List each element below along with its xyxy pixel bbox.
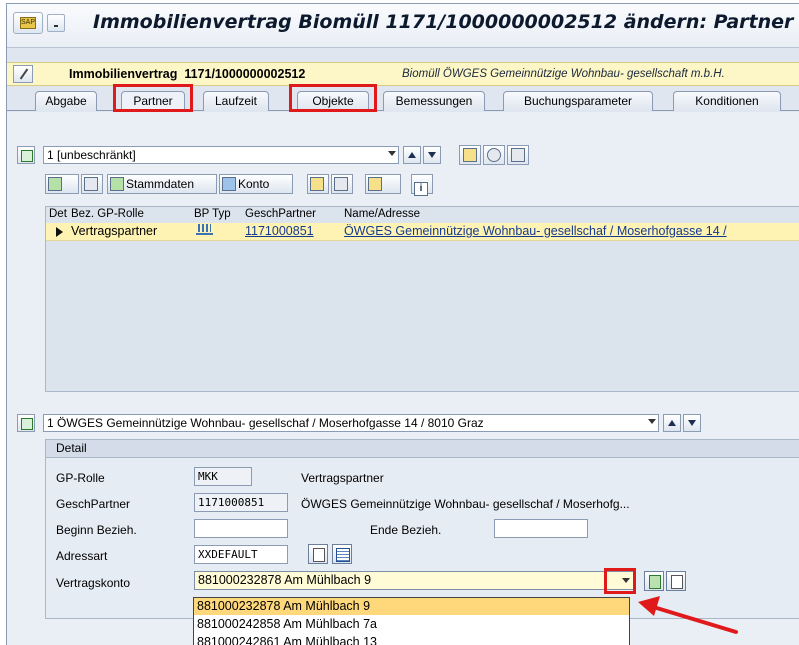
row-selected-marker[interactable] <box>56 227 63 237</box>
partner-list-selector-value: 1 [unbeschränkt] <box>47 148 136 162</box>
window-title: Immobilienvertrag Biomüll 1171/100000000… <box>93 11 794 33</box>
ende-label: Ende Bezieh. <box>370 523 442 537</box>
organization-icon <box>196 223 213 235</box>
scroll-down-button[interactable] <box>423 146 441 164</box>
binoculars-next-icon <box>334 177 348 191</box>
delete-row-icon <box>84 177 98 191</box>
chevron-down-icon <box>648 419 656 424</box>
tab-laufzeit[interactable]: Laufzeit <box>203 91 269 111</box>
scroll-up-button[interactable] <box>403 146 421 164</box>
layout-button[interactable] <box>365 174 401 194</box>
master-data-icon <box>110 177 124 191</box>
selection-settings-icon[interactable] <box>459 145 481 165</box>
history-clock-icon[interactable] <box>483 145 505 165</box>
find-next-button[interactable] <box>331 174 353 194</box>
column-header-name-address[interactable]: Name/Adresse <box>344 207 420 222</box>
contract-header: Immobilienvertrag 1171/1000000002512 Bio… <box>7 62 799 86</box>
table-layout-icon <box>368 177 382 191</box>
window-menu-button[interactable] <box>47 14 65 32</box>
partner-overview-icon[interactable] <box>17 146 35 164</box>
partner-table: Det Bez. GP-Rolle BP Typ GeschPartner Na… <box>45 206 799 392</box>
tab-konditionen[interactable]: Konditionen <box>673 91 781 111</box>
stammdaten-button[interactable]: Stammdaten <box>107 174 217 194</box>
adressart-label: Adressart <box>56 549 108 563</box>
table-header: Det Bez. GP-Rolle BP Typ GeschPartner Na… <box>46 207 799 223</box>
konto-button[interactable]: Konto <box>219 174 293 194</box>
vertragskonto-value: 881000232878 Am Mühlbach 9 <box>198 573 372 587</box>
title-bar: SAP Immobilienvertrag Biomüll 1171/10000… <box>7 4 799 48</box>
detail-partner-selector[interactable]: 1 ÖWGES Gemeinnützige Wohnbau- gesellsch… <box>43 414 659 432</box>
edit-pencil-icon[interactable] <box>13 65 33 83</box>
adressart-input[interactable]: XXDEFAULT <box>194 545 288 564</box>
info-icon: i <box>414 182 428 196</box>
ende-input[interactable] <box>494 519 588 538</box>
detail-partner-selector-value: 1 ÖWGES Gemeinnützige Wohnbau- gesellsch… <box>47 416 484 430</box>
chevron-down-icon <box>622 578 630 583</box>
column-header-det[interactable]: Det <box>49 207 67 222</box>
cell-partner-link[interactable]: 1171000851 <box>245 223 314 240</box>
partner-field: 1171000851 <box>194 493 288 512</box>
detail-group-title: Detail <box>46 440 799 458</box>
hierarchy-icon[interactable] <box>507 145 529 165</box>
account-icon <box>222 177 236 191</box>
gp-rolle-text: Vertragspartner <box>301 471 384 485</box>
sap-logo-icon: SAP <box>20 17 36 29</box>
beginn-label: Beginn Bezieh. <box>56 523 137 537</box>
address-document-icon[interactable] <box>308 544 328 564</box>
chevron-down-icon <box>388 151 396 156</box>
contract-header-label: Immobilienvertrag 1171/1000000002512 <box>69 67 306 81</box>
address-list-icon[interactable] <box>332 544 352 564</box>
tab-bemessungen[interactable]: Bemessungen <box>383 91 485 111</box>
cell-name-address-link[interactable]: ÖWGES Gemeinnützige Wohnbau- gesellschaf… <box>344 223 727 240</box>
vertragskonto-display-icon[interactable] <box>666 571 686 591</box>
sap-window: SAP Immobilienvertrag Biomüll 1171/10000… <box>6 3 799 645</box>
insert-row-icon <box>48 177 62 191</box>
partner-detail-icon[interactable] <box>17 414 35 432</box>
partner-text: ÖWGES Gemeinnützige Wohnbau- gesellschaf… <box>301 497 630 511</box>
column-header-bp-type[interactable]: BP Typ <box>194 207 231 222</box>
tab-objekte[interactable]: Objekte <box>297 91 369 111</box>
column-header-role[interactable]: Bez. GP-Rolle <box>71 207 144 222</box>
vertragskonto-options-list: 881000232878 Am Mühlbach 9 881000242858 … <box>193 597 630 645</box>
find-button[interactable] <box>307 174 329 194</box>
partner-label: GeschPartner <box>56 497 131 511</box>
vertragskonto-create-icon[interactable] <box>644 571 664 591</box>
contract-description: Biomüll ÖWGES Gemeinnützige Wohnbau- ges… <box>402 68 725 80</box>
info-button[interactable]: i <box>411 174 433 196</box>
column-header-partner[interactable]: GeschPartner <box>245 207 316 222</box>
system-menu-button[interactable]: SAP <box>13 12 43 34</box>
insert-row-button[interactable] <box>45 174 79 194</box>
partner-list-selector[interactable]: 1 [unbeschränkt] <box>43 146 399 164</box>
vertragskonto-dropdown[interactable]: 881000232878 Am Mühlbach 9 <box>194 571 634 590</box>
vertragskonto-option[interactable]: 881000242861 Am Mühlbach 13 <box>194 634 629 645</box>
table-row[interactable]: Vertragspartner 1171000851 ÖWGES Gemeinn… <box>46 223 799 241</box>
tab-abgabe[interactable]: Abgabe <box>35 91 97 111</box>
delete-row-button[interactable] <box>81 174 103 194</box>
vertragskonto-option[interactable]: 881000232878 Am Mühlbach 9 <box>194 598 629 615</box>
beginn-input[interactable] <box>194 519 288 538</box>
binoculars-icon <box>310 177 324 191</box>
tab-strip: Abgabe Partner Laufzeit Objekte Bemessun… <box>7 84 799 112</box>
vertragskonto-option[interactable]: 881000242858 Am Mühlbach 7a <box>194 616 629 633</box>
tab-partner[interactable]: Partner <box>121 91 185 111</box>
detail-next-button[interactable] <box>683 414 701 432</box>
tab-buchungsparameter[interactable]: Buchungsparameter <box>503 91 653 111</box>
gp-rolle-label: GP-Rolle <box>56 471 105 485</box>
vertragskonto-label: Vertragskonto <box>56 576 131 590</box>
cell-role: Vertragspartner <box>71 224 158 238</box>
detail-group: Detail GP-Rolle MKK Vertragspartner Gesc… <box>45 439 799 619</box>
content-area: 1 [unbeschränkt] Stammdaten Konto i Det … <box>7 112 799 645</box>
gp-rolle-field: MKK <box>194 467 252 486</box>
detail-previous-button[interactable] <box>663 414 681 432</box>
